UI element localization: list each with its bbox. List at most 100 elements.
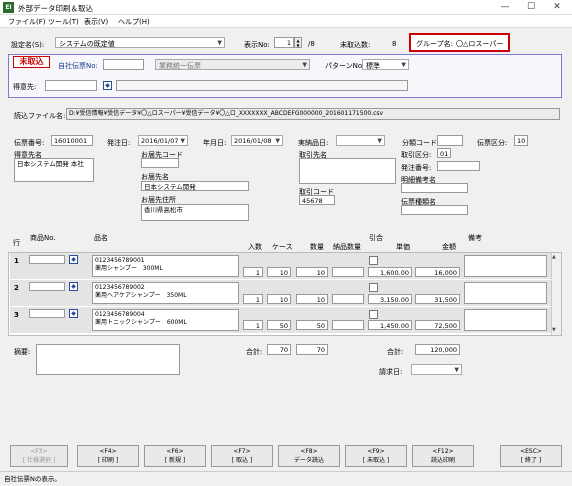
f8-read-button[interactable]: <F8> データ読込 xyxy=(278,445,340,467)
item-code: 0123456789002 xyxy=(95,284,145,291)
dest-code-input[interactable] xyxy=(141,158,179,168)
f6-new-button[interactable]: <F6>[ 新規 ] xyxy=(144,445,206,467)
qty-input[interactable]: 10 xyxy=(296,267,328,277)
order-no-input[interactable] xyxy=(437,161,480,171)
dest-name-input[interactable]: 日本システム開発 xyxy=(141,181,249,191)
discount-checkbox[interactable] xyxy=(369,256,378,265)
col-discount: 引合 xyxy=(369,234,383,242)
item-name-field[interactable]: 0123456789004 薬用トニックシャンプー 600ML xyxy=(92,309,239,331)
slip-type-select[interactable]: 業務統一伝票 ▼ xyxy=(155,59,310,70)
remarks-input[interactable] xyxy=(464,282,547,304)
amount-input[interactable]: 72,500 xyxy=(415,320,460,330)
partner-name-field[interactable] xyxy=(299,158,396,184)
total-qty: 70 xyxy=(296,344,328,355)
item-code: 0123456789004 xyxy=(95,311,145,318)
partner-code-input[interactable]: 45678 xyxy=(299,195,335,205)
case-input[interactable]: 50 xyxy=(267,320,291,330)
billing-date-select[interactable]: ▼ xyxy=(411,364,462,375)
item-no-input[interactable] xyxy=(29,282,65,291)
col-case: ケース xyxy=(272,243,293,251)
own-slip-input[interactable] xyxy=(103,59,144,70)
discount-checkbox[interactable] xyxy=(369,283,378,292)
remarks-input[interactable] xyxy=(464,309,547,331)
f12-read-print-button[interactable]: <F12> 読込印刷 xyxy=(412,445,474,467)
grid-scrollbar[interactable] xyxy=(551,253,561,335)
esc-exit-button[interactable]: <ESC>[ 終了 ] xyxy=(500,445,562,467)
order-no-label: 発注番号: xyxy=(401,164,432,172)
customer-name-input[interactable] xyxy=(116,80,408,91)
amount-input[interactable]: 16,000 xyxy=(415,267,460,277)
col-remarks: 備考 xyxy=(468,234,482,242)
chevron-down-icon: ▼ xyxy=(180,137,185,144)
irisu-input[interactable]: 1 xyxy=(243,294,263,304)
display-no-input[interactable]: 1 xyxy=(274,37,294,48)
trade-kind-input[interactable]: 01 xyxy=(437,148,451,158)
summary-input[interactable] xyxy=(36,344,180,375)
minimize-button[interactable]: — xyxy=(492,0,518,15)
menu-view[interactable]: 表示(V) xyxy=(84,17,108,27)
col-name: 品名 xyxy=(94,234,108,242)
discount-checkbox[interactable] xyxy=(369,310,378,319)
unit-input[interactable]: 1,600.00 xyxy=(368,267,412,277)
scroll-down-icon[interactable]: ▼ xyxy=(552,327,556,333)
trade-kind-label: 取引区分: xyxy=(401,151,432,159)
item-no-input[interactable] xyxy=(29,309,65,318)
slip-kind-input[interactable]: 10 xyxy=(514,135,528,146)
setting-label: 設定名(S): xyxy=(11,41,45,49)
dest-addr-input[interactable]: 香川県高松市 xyxy=(141,204,249,221)
lookup-icon[interactable]: ◆ xyxy=(103,81,112,90)
irisu-input[interactable]: 1 xyxy=(243,267,263,277)
unit-input[interactable]: 3,150.00 xyxy=(368,294,412,304)
f7-import-button[interactable]: <F7>[ 取込 ] xyxy=(211,445,273,467)
lookup-icon[interactable]: ◆ xyxy=(69,255,78,264)
actual-date-select[interactable]: ▼ xyxy=(336,135,385,146)
chevron-down-icon: ▼ xyxy=(302,61,307,68)
f9-unimported-button[interactable]: <F9>[ 未取込 ] xyxy=(345,445,407,467)
actual-date-label: 実納品日: xyxy=(298,139,329,147)
lookup-icon[interactable]: ◆ xyxy=(69,282,78,291)
display-no-spinner[interactable]: ▲ ▼ xyxy=(294,37,302,48)
own-slip-label: 自社伝票No: xyxy=(58,62,98,70)
menu-help[interactable]: ヘルプ(H) xyxy=(118,17,150,27)
class-code-input[interactable] xyxy=(437,135,463,146)
customer-name-field[interactable]: 日本システム開発 本社 xyxy=(14,158,94,182)
close-button[interactable]: ✕ xyxy=(544,0,570,15)
status-badge: 未取込 xyxy=(13,56,50,68)
deliv-qty-input[interactable] xyxy=(332,320,364,330)
row-number: 1 xyxy=(14,257,19,265)
slip-type-name-input[interactable] xyxy=(401,205,468,215)
file-path-input[interactable]: D:¥受信情報¥受信データ¥〇△ロスーパー¥受信データ¥〇△ロ_XXXXXXX_… xyxy=(66,108,560,120)
billing-date-label: 請求日: xyxy=(379,368,403,376)
slip-kind-label: 伝票区分: xyxy=(477,139,508,147)
pattern-select[interactable]: 標準 ▼ xyxy=(362,59,409,70)
deliv-qty-input[interactable] xyxy=(332,294,364,304)
lookup-icon[interactable]: ◆ xyxy=(69,309,78,318)
customer-label: 得意先: xyxy=(13,83,37,91)
customer-code-input[interactable] xyxy=(45,80,97,91)
irisu-input[interactable]: 1 xyxy=(243,320,263,330)
menu-tools[interactable]: ツール(T) xyxy=(48,17,79,27)
unit-input[interactable]: 1,450.00 xyxy=(368,320,412,330)
maximize-button[interactable]: ☐ xyxy=(518,0,544,15)
item-name-field[interactable]: 0123456789002 薬用ヘアケアシャンプー 350ML xyxy=(92,282,239,304)
item-no-input[interactable] xyxy=(29,255,65,264)
qty-input[interactable]: 50 xyxy=(296,320,328,330)
order-date-select[interactable]: 2016/01/07 ▼ xyxy=(138,135,188,146)
menu-file[interactable]: ファイル(F) xyxy=(8,17,46,27)
slip-no-input[interactable]: 16010001 xyxy=(51,135,93,146)
col-row: 行 xyxy=(13,239,20,247)
qty-input[interactable]: 10 xyxy=(296,294,328,304)
remarks-input[interactable] xyxy=(464,255,547,277)
case-input[interactable]: 10 xyxy=(267,267,291,277)
f4-print-button[interactable]: <F4>[ 印刷 ] xyxy=(77,445,139,467)
scroll-up-icon[interactable]: ▲ xyxy=(552,254,556,260)
item-name-field[interactable]: 0123456789001 薬用シャンプー 300ML xyxy=(92,255,239,277)
deliv-qty-input[interactable] xyxy=(332,267,364,277)
setting-select[interactable]: システムの既定値 ▼ xyxy=(55,37,225,48)
case-input[interactable]: 10 xyxy=(267,294,291,304)
col-irisu: 入数 xyxy=(248,243,262,251)
f3-button[interactable]: <F3>[ 仕様選択 ] xyxy=(10,445,68,467)
amount-input[interactable]: 31,500 xyxy=(415,294,460,304)
deliv-date-select[interactable]: 2016/01/08 ▼ xyxy=(231,135,283,146)
note-input[interactable] xyxy=(401,183,468,193)
